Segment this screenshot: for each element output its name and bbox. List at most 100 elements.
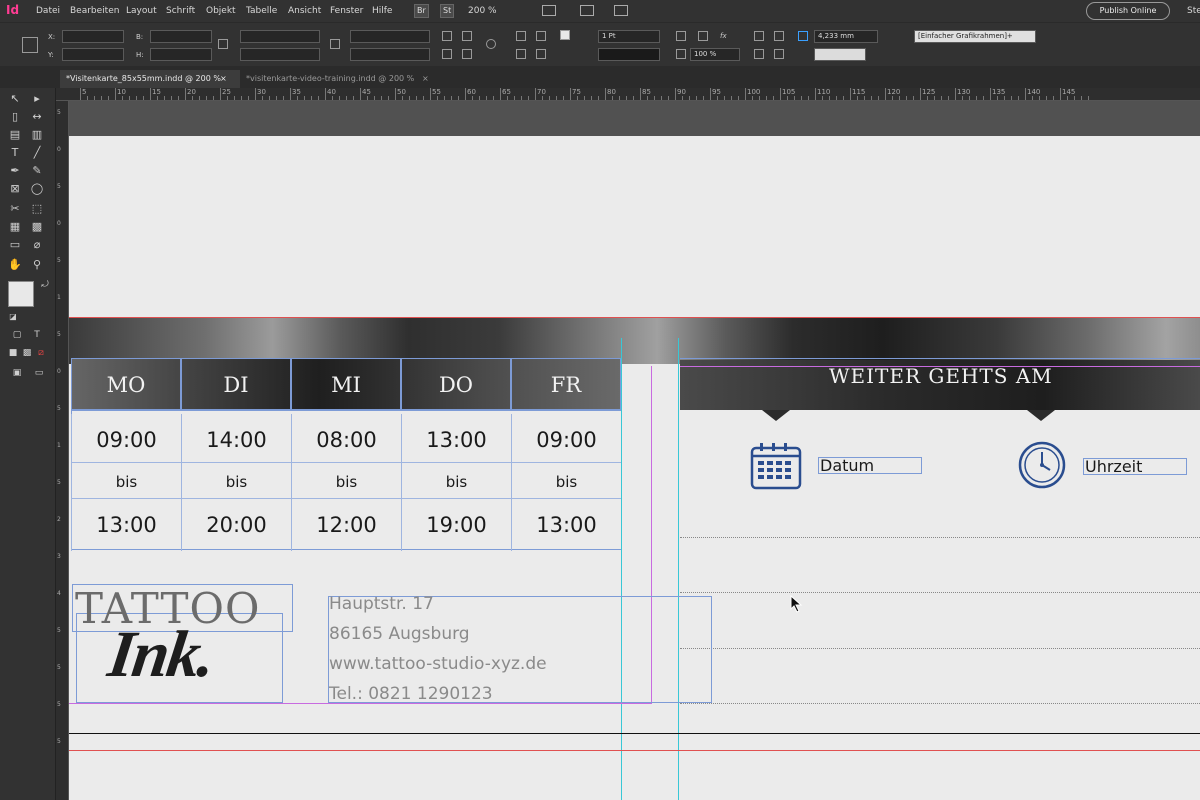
time-from-mi[interactable]: 08:00 — [291, 414, 401, 466]
close-tab-icon[interactable]: × — [422, 70, 429, 87]
tab-visitenkarte-85x55[interactable]: *Visitenkarte_85x55mm.indd @ 200 % × — [60, 70, 240, 88]
normal-view-icon[interactable]: ▣ — [10, 366, 24, 380]
time-from-fr[interactable]: 09:00 — [511, 414, 621, 466]
scale-x-field[interactable] — [240, 30, 320, 43]
zoom-level[interactable]: 200 % — [468, 6, 497, 16]
eyedropper-tool-icon[interactable]: ⌀ — [30, 238, 44, 252]
menu-fenster[interactable]: Fenster — [330, 6, 363, 16]
reference-point-icon[interactable] — [22, 37, 38, 53]
bis-di[interactable]: bis — [181, 465, 291, 499]
apply-gradient-icon[interactable]: ▩ — [20, 346, 34, 360]
constrain-proportions-icon[interactable] — [218, 39, 228, 49]
align-left-edge-icon[interactable] — [754, 31, 764, 41]
width-field[interactable] — [150, 30, 212, 43]
rectangle-frame-tool-icon[interactable]: ⊠ — [8, 182, 22, 196]
bis-mi[interactable]: bis — [291, 465, 401, 499]
x-field[interactable] — [62, 30, 124, 43]
rotate-cw-icon[interactable] — [442, 31, 452, 41]
shear-field[interactable] — [350, 48, 430, 61]
frame-color-field[interactable] — [814, 48, 866, 61]
menu-datei[interactable]: Datei — [36, 6, 60, 16]
menu-layout[interactable]: Layout — [126, 6, 157, 16]
selection-tool-icon[interactable]: ↖ — [8, 92, 22, 106]
time-from-mo[interactable]: 09:00 — [71, 414, 181, 466]
distribute-icon[interactable] — [754, 49, 764, 59]
publish-online-button[interactable]: Publish Online — [1086, 2, 1170, 20]
formatting-container-icon[interactable]: ▢ — [10, 328, 24, 342]
flip-horizontal-icon[interactable] — [442, 49, 452, 59]
drop-shadow-icon[interactable] — [698, 31, 708, 41]
scissors-tool-icon[interactable]: ✂ — [8, 202, 22, 216]
menu-hilfe[interactable]: Hilfe — [372, 6, 392, 16]
corner-options-icon[interactable] — [676, 31, 686, 41]
bis-fr[interactable]: bis — [511, 465, 621, 499]
stroke-type-dropdown[interactable] — [598, 48, 660, 61]
time-to-mo[interactable]: 13:00 — [71, 499, 181, 551]
direct-selection-tool-icon[interactable]: ▸ — [30, 92, 44, 106]
menu-schrift[interactable]: Schrift — [166, 6, 195, 16]
time-to-mi[interactable]: 12:00 — [291, 499, 401, 551]
screen-mode-icon[interactable] — [580, 5, 594, 16]
fill-stroke-swatch[interactable] — [8, 281, 34, 307]
next-appointment-heading[interactable]: WEITER GEHTS AM — [829, 364, 1053, 388]
opacity-field[interactable]: 100 % — [690, 48, 740, 61]
zoom-tool-icon[interactable]: ⚲ — [30, 258, 44, 272]
menu-tabelle[interactable]: Tabelle — [246, 6, 277, 16]
menu-bearbeiten[interactable]: Bearbeiten — [70, 6, 119, 16]
gradient-feather-tool-icon[interactable]: ▩ — [30, 220, 44, 234]
arrange-documents-icon[interactable] — [614, 5, 628, 16]
day-header-di[interactable]: DI — [181, 358, 291, 410]
gap-tool-icon[interactable]: ↔ — [30, 110, 44, 124]
effects-fx-icon[interactable]: fx — [720, 32, 727, 40]
text-wrap-icon[interactable] — [676, 49, 686, 59]
page-canvas[interactable]: MO DI MI DO FR 09:00 14:00 08:00 13:00 0… — [69, 136, 1200, 800]
workspace-switcher[interactable]: Ste — [1187, 6, 1200, 16]
swap-fill-stroke-icon[interactable]: ⤾ — [38, 278, 52, 292]
day-header-mo[interactable]: MO — [71, 358, 181, 410]
type-tool-icon[interactable]: T — [8, 146, 22, 160]
select-next-icon[interactable] — [536, 49, 546, 59]
day-header-mi[interactable]: MI — [291, 358, 401, 410]
stock-button[interactable]: St — [440, 4, 455, 18]
ellipse-tool-icon[interactable]: ◯ — [30, 182, 44, 196]
default-fill-stroke-icon[interactable]: ◪ — [6, 310, 20, 324]
object-style-dropdown[interactable]: [Einfacher Grafikrahmen]+ — [914, 30, 1036, 43]
height-field[interactable] — [150, 48, 212, 61]
apply-color-icon[interactable]: ■ — [6, 346, 20, 360]
menu-objekt[interactable]: Objekt — [206, 6, 236, 16]
apply-none-icon[interactable]: ⧄ — [34, 346, 48, 360]
select-container-icon[interactable] — [516, 31, 526, 41]
note-tool-icon[interactable]: ▭ — [8, 238, 22, 252]
offset-field[interactable]: 4,233 mm — [814, 30, 878, 43]
fill-swatch[interactable] — [560, 30, 570, 40]
rotate-ccw-icon[interactable] — [462, 31, 472, 41]
time-from-do[interactable]: 13:00 — [401, 414, 511, 466]
stroke-weight-field[interactable]: 1 Pt — [598, 30, 660, 43]
datum-label[interactable]: Datum — [818, 457, 922, 474]
bridge-button[interactable]: Br — [414, 4, 429, 18]
free-transform-tool-icon[interactable]: ⬚ — [30, 202, 44, 216]
time-to-di[interactable]: 20:00 — [181, 499, 291, 551]
auto-fit-icon[interactable] — [798, 31, 808, 41]
time-to-fr[interactable]: 13:00 — [511, 499, 621, 551]
flip-vertical-icon[interactable] — [462, 49, 472, 59]
paragraph-p-icon[interactable] — [486, 39, 496, 49]
view-options-icon[interactable] — [542, 5, 556, 16]
scale-y-field[interactable] — [240, 48, 320, 61]
rotation-field[interactable] — [350, 30, 430, 43]
bis-do[interactable]: bis — [401, 465, 511, 499]
align-bottom-icon[interactable] — [774, 49, 784, 59]
formatting-text-icon[interactable]: T — [30, 328, 44, 342]
hand-tool-icon[interactable]: ✋ — [8, 258, 22, 272]
select-content-icon[interactable] — [536, 31, 546, 41]
day-header-fr[interactable]: FR — [511, 358, 621, 410]
screen-mode-icon[interactable]: ▭ — [32, 366, 46, 380]
tab-visitenkarte-video-training[interactable]: *visitenkarte-video-training.indd @ 200 … — [240, 70, 440, 88]
y-field[interactable] — [62, 48, 124, 61]
vertical-ruler[interactable]: 5 0 5 0 5 1 5 0 5 1 5 2 3 4 5 5 5 5 — [56, 101, 69, 800]
gradient-swatch-tool-icon[interactable]: ▦ — [8, 220, 22, 234]
line-tool-icon[interactable]: ╱ — [30, 146, 44, 160]
select-previous-icon[interactable] — [516, 49, 526, 59]
time-to-do[interactable]: 19:00 — [401, 499, 511, 551]
close-tab-icon[interactable]: × — [220, 70, 227, 87]
